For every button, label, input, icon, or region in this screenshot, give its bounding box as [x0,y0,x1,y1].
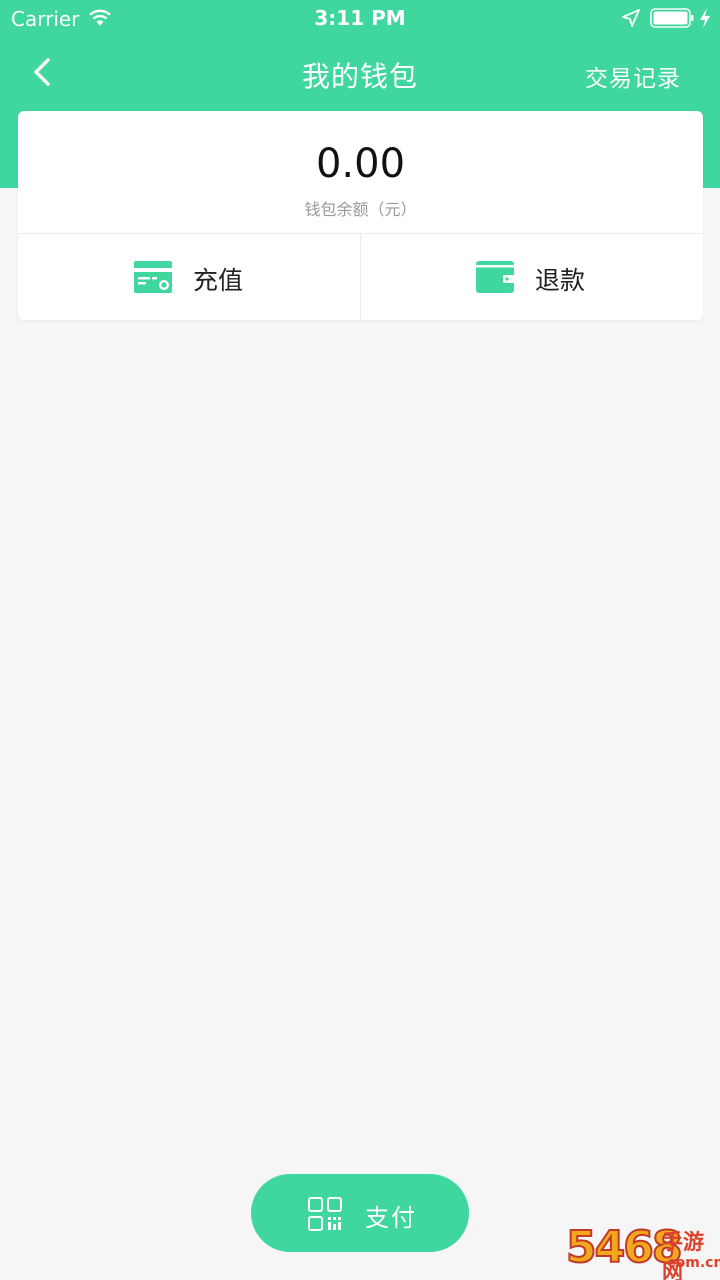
wallet-card: 0.00 钱包余额（元） 充值 退款 [18,111,703,320]
charging-bolt-icon [700,8,710,28]
card-icon [134,261,172,293]
status-bar: Carrier 3:11 PM [0,0,720,38]
pay-label: 支付 [365,1204,417,1232]
transaction-history-link[interactable]: 交易记录 [585,59,681,93]
refund-label: 退款 [535,266,586,295]
wallet-icon [476,261,515,293]
balance-label: 钱包余额（元） [304,200,417,219]
recharge-button[interactable]: 充值 [18,234,360,320]
battery-icon [650,8,694,28]
location-arrow-icon [622,9,640,27]
pay-button[interactable]: 支付 [251,1174,469,1252]
qr-code-icon [308,1197,342,1231]
balance-amount: 0.00 [315,141,406,187]
refund-button[interactable]: 退款 [361,234,703,320]
watermark-domain: .com.cn [662,1255,720,1271]
recharge-label: 充值 [193,266,244,295]
site-watermark: 5468 手游网 .com.cn [565,1221,720,1280]
status-time: 3:11 PM [314,6,406,30]
watermark-brand: 手游网 [662,1230,704,1280]
